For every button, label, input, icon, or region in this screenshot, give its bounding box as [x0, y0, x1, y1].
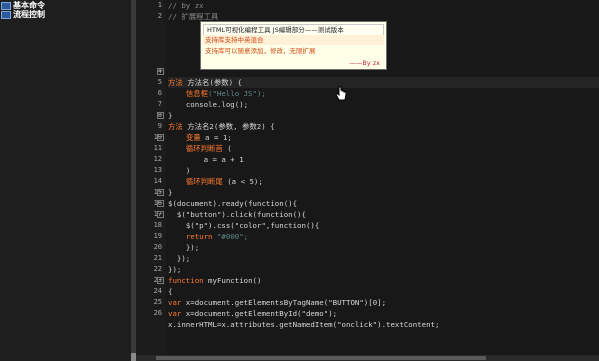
hand-cursor-icon — [335, 86, 347, 101]
code-editor[interactable]: 1 2 4 5 6 7 8 9 10 11 12 13 14 15 16 17 … — [136, 0, 599, 361]
code-line[interactable]: $("p").css("color",function(){ — [168, 220, 599, 231]
code-text: $("button").click(function(){ — [176, 210, 306, 219]
code-text: 方法名2(参数, 参数2) { — [182, 122, 275, 131]
code-line[interactable]: }); — [168, 264, 599, 275]
code-text: }); — [168, 265, 182, 274]
code-text: }); — [176, 254, 191, 263]
sidebar-item-flow-control[interactable]: 流程控制 — [1, 10, 45, 19]
code-line[interactable]: // by zx — [168, 0, 599, 11]
sidebar-item-label: 基本命令 — [13, 1, 45, 10]
code-keyword: var — [168, 309, 182, 318]
code-text: }); — [185, 243, 200, 252]
code-string: "#000"; — [212, 232, 249, 241]
collapse-icon[interactable]: − — [157, 211, 164, 218]
code-line[interactable]: 信息框("Hello JS"); — [168, 88, 599, 99]
code-hint-tooltip: HTML可视化编程工具 JS编辑部分——测试版本 支持库支持中英混合 支持库可以… — [200, 21, 387, 70]
code-comment: // 扩展程工具 — [168, 12, 219, 21]
code-line[interactable]: 变量 a = 1; — [168, 132, 599, 143]
scrollbar-thumb[interactable] — [156, 356, 486, 360]
code-line[interactable]: x.innerHTML=x.attributes.getNamedItem("o… — [168, 319, 599, 330]
code-comment: // by zx — [168, 1, 204, 10]
sidebar-item-label: 流程控制 — [13, 10, 45, 19]
code-line[interactable]: console.log(); — [168, 99, 599, 110]
code-text: ) — [185, 166, 191, 175]
code-text: (a < 5); — [222, 177, 263, 186]
folder-icon — [1, 1, 11, 10]
code-line[interactable]: 循环判断首 ( — [168, 143, 599, 154]
code-line[interactable]: 方法 方法名2(参数, 参数2) { — [168, 121, 599, 132]
collapse-icon[interactable]: − — [157, 189, 164, 196]
collapse-icon[interactable]: − — [157, 277, 164, 284]
code-text: ( — [222, 144, 232, 153]
horizontal-scrollbar[interactable] — [136, 355, 599, 361]
code-keyword: 方法 — [168, 78, 183, 87]
code-text: $("p").css("color",function(){ — [185, 221, 320, 230]
collapse-icon[interactable]: − — [157, 200, 164, 207]
code-line[interactable]: var x=document.getElementById("demo"); — [168, 308, 599, 319]
code-keyword: function — [168, 276, 204, 285]
collapse-icon[interactable]: − — [157, 134, 164, 141]
code-text: a = 1; — [200, 133, 232, 142]
code-keyword: 循环判断尾 — [185, 177, 223, 186]
code-text: a = a + 1 — [203, 155, 244, 164]
code-line[interactable]: return "#000"; — [168, 231, 599, 242]
code-line[interactable]: { — [168, 286, 599, 297]
fold-markers: − − − − − − − — [156, 0, 167, 361]
code-area[interactable]: // by zx // 扩展程工具 方法 方法名(参数) { 信息框("Hell… — [168, 0, 599, 361]
code-keyword: 方法 — [168, 122, 183, 131]
code-text: } — [168, 188, 173, 197]
code-line[interactable]: 循环判断尾 (a < 5); — [168, 176, 599, 187]
code-keyword: 循环判断首 — [185, 144, 223, 153]
code-text: x=document.getElementsByTagName("BUTTON"… — [181, 298, 387, 307]
tooltip-signature: ——By zx — [349, 59, 380, 67]
code-line[interactable]: }); — [168, 242, 599, 253]
code-line[interactable]: } — [168, 187, 599, 198]
sidebar: 基本命令 流程控制 — [0, 0, 131, 361]
code-text: console.log(); — [185, 100, 249, 109]
tooltip-line: 支持库支持中英混合 — [203, 35, 384, 45]
folder-icon — [1, 10, 11, 19]
code-line[interactable]: var x=document.getElementsByTagName("BUT… — [168, 297, 599, 308]
code-text: } — [168, 111, 173, 120]
code-text: $(document).ready(function(){ — [168, 199, 298, 208]
code-text: x.innerHTML=x.attributes.getNamedItem("o… — [168, 320, 440, 329]
tooltip-line: 支持库可以随意添加，修改，无限扩展 — [205, 47, 316, 55]
code-text: { — [168, 287, 173, 296]
code-text: x=document.getElementById("demo"); — [181, 309, 338, 318]
collapse-icon[interactable]: − — [157, 112, 164, 119]
code-line[interactable]: }); — [168, 253, 599, 264]
code-line[interactable]: $("button").click(function(){ — [168, 209, 599, 220]
code-string: ("Hello JS"); — [208, 89, 266, 98]
sidebar-item-basic-commands[interactable]: 基本命令 — [1, 1, 45, 10]
collapse-icon[interactable]: − — [157, 68, 164, 75]
code-keyword: return — [185, 232, 213, 241]
code-line[interactable]: function myFunction() — [168, 275, 599, 286]
code-line[interactable]: a = a + 1 — [168, 154, 599, 165]
code-line[interactable]: $(document).ready(function(){ — [168, 198, 599, 209]
code-text: myFunction() — [203, 276, 262, 285]
code-keyword: var — [168, 298, 182, 307]
code-keyword: 信息框 — [185, 89, 208, 98]
code-text: 方法名(参数) { — [182, 78, 242, 87]
code-line[interactable]: 方法 方法名(参数) { — [168, 77, 599, 88]
code-keyword: 变量 — [185, 133, 201, 142]
code-line[interactable]: ) — [168, 165, 599, 176]
code-line[interactable]: } — [168, 110, 599, 121]
